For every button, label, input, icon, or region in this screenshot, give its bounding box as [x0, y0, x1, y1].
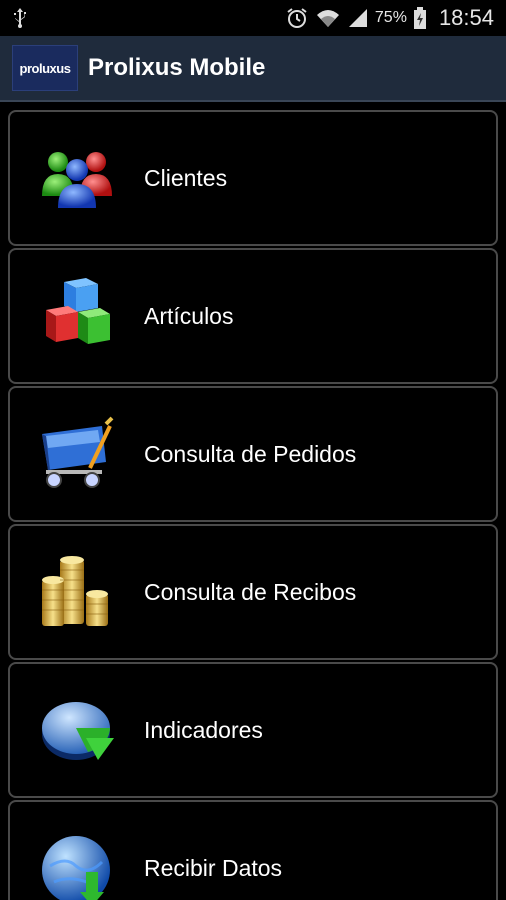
- app-logo[interactable]: proluxus: [12, 45, 78, 91]
- status-bar: 75% 18:54: [0, 0, 506, 36]
- wifi-icon: [315, 7, 341, 29]
- menu-item-label: Consulta de Recibos: [144, 578, 357, 605]
- app-title: Prolixus Mobile: [88, 54, 266, 81]
- signal-icon: [347, 7, 369, 29]
- menu-item-label: Recibir Datos: [144, 854, 283, 881]
- menu-item-label: Consulta de Pedidos: [144, 440, 357, 467]
- shopping-cart-icon: [36, 412, 120, 496]
- boxes-icon: [36, 274, 120, 358]
- menu-item-articulos[interactable]: Artículos: [8, 248, 498, 384]
- menu-item-clientes[interactable]: Clientes: [8, 110, 498, 246]
- menu-item-label: Clientes: [144, 164, 228, 191]
- main-menu: Clientes Artículos Consulta de Pedidos C…: [0, 104, 506, 900]
- globe-download-icon: [36, 826, 120, 900]
- pie-chart-icon: [36, 688, 120, 772]
- clock: 18:54: [438, 5, 494, 30]
- usb-icon: [12, 7, 28, 29]
- alarm-icon: [285, 6, 309, 30]
- menu-item-consulta-recibos[interactable]: Consulta de Recibos: [8, 524, 498, 660]
- menu-item-consulta-pedidos[interactable]: Consulta de Pedidos: [8, 386, 498, 522]
- menu-item-label: Artículos: [144, 302, 234, 329]
- action-bar: proluxus Prolixus Mobile: [0, 36, 506, 102]
- menu-item-recibir-datos[interactable]: Recibir Datos: [8, 800, 498, 900]
- battery-icon: [413, 6, 427, 30]
- coins-icon: [36, 550, 120, 634]
- menu-item-label: Indicadores: [144, 716, 263, 743]
- menu-item-indicadores[interactable]: Indicadores: [8, 662, 498, 798]
- users-icon: [36, 136, 120, 220]
- battery-percent: 75%: [374, 9, 407, 26]
- logo-text: proluxus: [19, 60, 71, 76]
